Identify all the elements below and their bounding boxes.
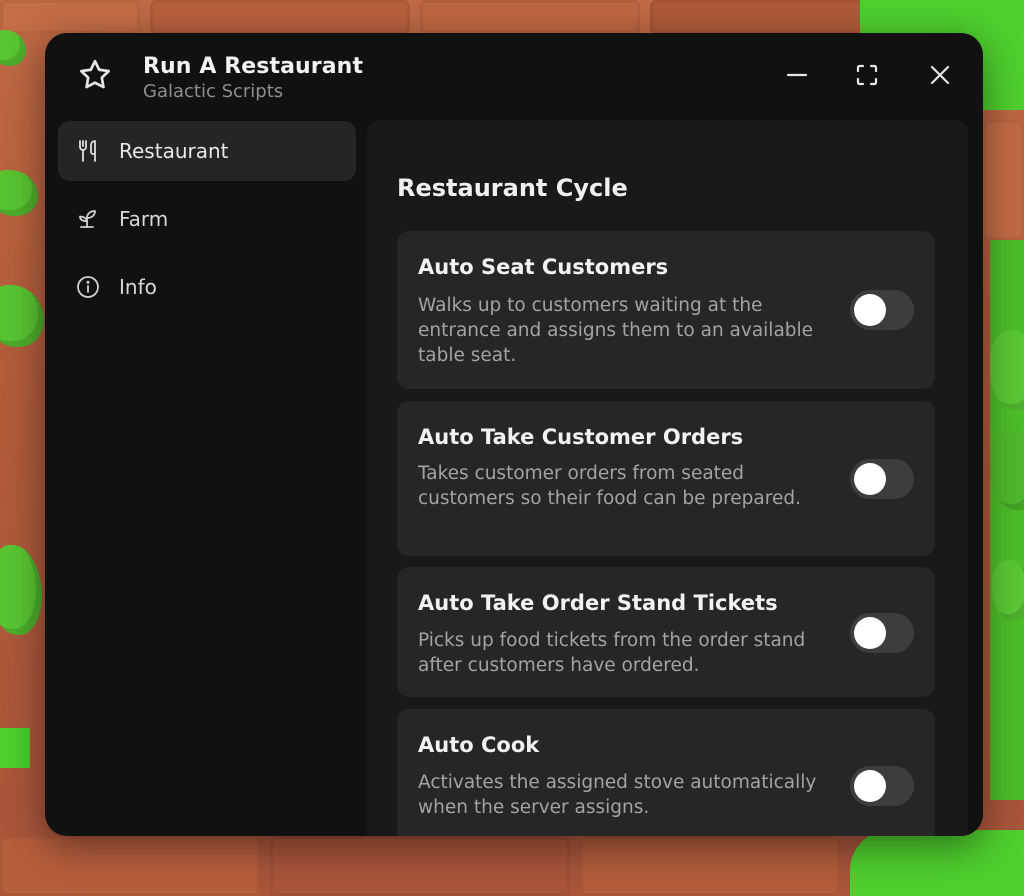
grass-patch: [0, 728, 30, 768]
info-icon: [77, 276, 99, 298]
toggle-knob: [854, 294, 886, 326]
close-button[interactable]: [926, 61, 954, 89]
wooden-block: [0, 836, 260, 896]
wooden-block: [150, 0, 410, 34]
sidebar-item-farm[interactable]: Farm: [58, 189, 356, 249]
wooden-block: [580, 836, 840, 896]
option-description: Picks up food tickets from the order sta…: [418, 630, 806, 676]
grass-patch: [990, 240, 1024, 800]
toggle-knob: [854, 770, 886, 802]
wooden-block: [270, 836, 570, 896]
minimize-icon: [786, 73, 808, 77]
auto-take-customer-orders-toggle[interactable]: [850, 459, 914, 499]
minimize-button[interactable]: [783, 61, 811, 89]
maximize-icon: [856, 64, 878, 86]
sidebar-item-label: Farm: [119, 207, 169, 231]
maximize-button[interactable]: [853, 61, 881, 89]
sidebar: Restaurant Farm Info: [58, 121, 356, 325]
toggle-knob: [854, 617, 886, 649]
sidebar-item-label: Info: [119, 275, 157, 299]
star-icon: [80, 59, 110, 89]
auto-seat-customers-toggle[interactable]: [850, 290, 914, 330]
sidebar-item-label: Restaurant: [119, 139, 229, 163]
sprout-icon: [79, 210, 96, 228]
option-title: Auto Take Order Stand Tickets: [418, 591, 778, 615]
auto-take-order-stand-tickets-toggle[interactable]: [850, 613, 914, 653]
option-description: Takes customer orders from seated custom…: [418, 463, 801, 509]
app-title: Run A Restaurant: [143, 54, 364, 79]
option-card-auto-seat-customers: Auto Seat Customers Walks up to customer…: [397, 231, 935, 389]
option-description: Walks up to customers waiting at the ent…: [418, 295, 814, 366]
content-panel[interactable]: Restaurant Cycle Auto Seat Customers Wal…: [367, 120, 968, 836]
option-title: Auto Take Customer Orders: [418, 425, 744, 449]
option-card-auto-cook: Auto Cook Activates the assigned stove a…: [397, 709, 935, 836]
close-icon: [930, 65, 950, 85]
auto-cook-toggle[interactable]: [850, 766, 914, 806]
option-description: Activates the assigned stove automatical…: [418, 772, 817, 818]
fork-knife-icon: [79, 140, 96, 162]
grass-patch: [850, 830, 1024, 896]
toggle-knob: [854, 463, 886, 495]
wooden-block: [0, 0, 140, 34]
app-subtitle: Galactic Scripts: [143, 81, 284, 102]
option-card-auto-take-order-stand-tickets: Auto Take Order Stand Tickets Picks up f…: [397, 567, 935, 697]
title-bar[interactable]: Run A Restaurant Galactic Scripts: [45, 33, 983, 121]
sidebar-item-restaurant[interactable]: Restaurant: [58, 121, 356, 181]
section-title: Restaurant Cycle: [397, 174, 628, 202]
option-card-auto-take-customer-orders: Auto Take Customer Orders Takes customer…: [397, 401, 935, 556]
sidebar-item-info[interactable]: Info: [58, 257, 356, 317]
option-title: Auto Seat Customers: [418, 255, 669, 279]
wooden-block: [420, 0, 640, 34]
script-window: Run A Restaurant Galactic Scripts Restau…: [45, 33, 983, 836]
option-title: Auto Cook: [418, 733, 540, 757]
wooden-block: [983, 120, 1024, 240]
